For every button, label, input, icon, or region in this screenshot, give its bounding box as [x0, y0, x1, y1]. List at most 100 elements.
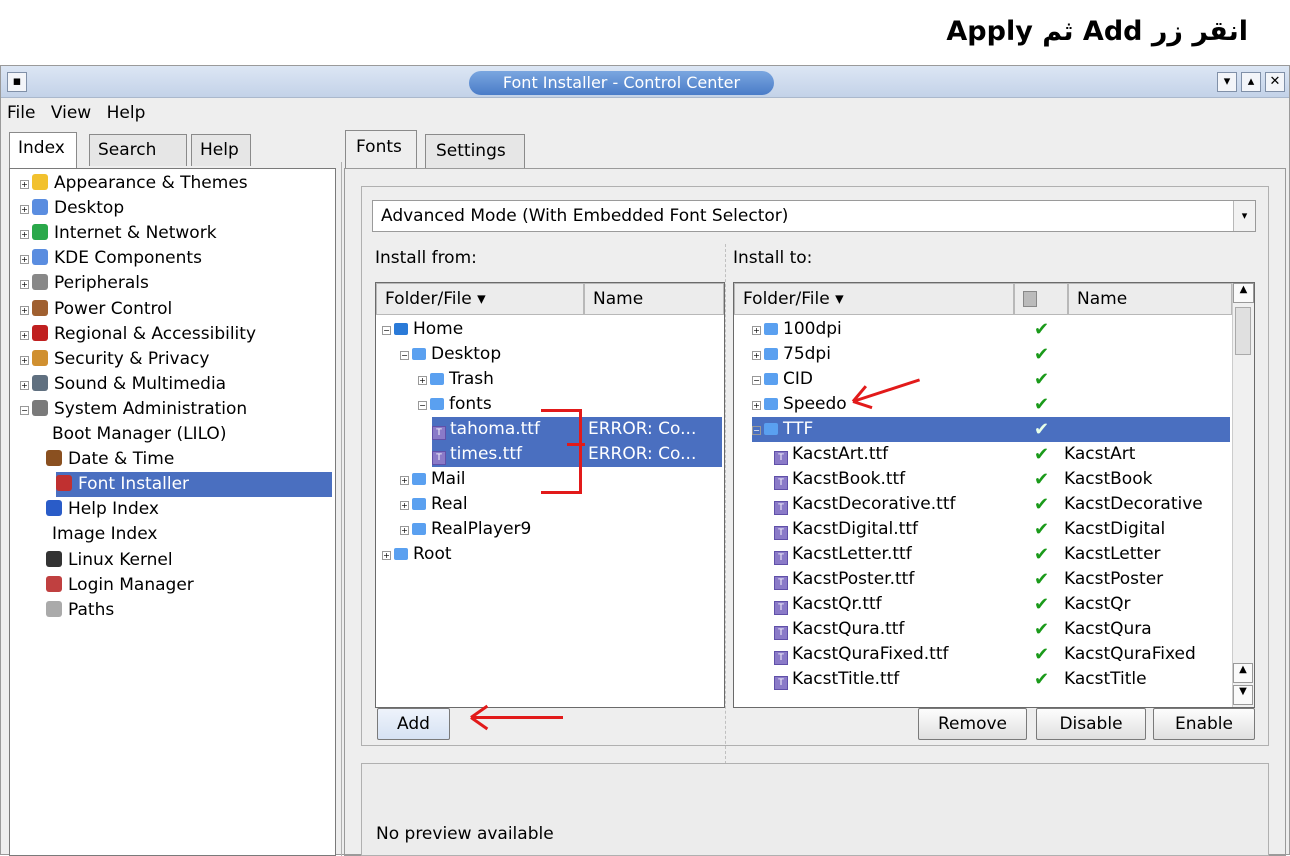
list-item[interactable]: + RealPlayer9: [400, 517, 531, 542]
expand-icon[interactable]: +: [20, 280, 29, 290]
expand-icon[interactable]: +: [752, 401, 761, 410]
disable-button[interactable]: Disable: [1036, 708, 1146, 740]
expand-icon[interactable]: +: [20, 205, 29, 215]
item-label: KacstArt.ttf: [792, 444, 889, 464]
menu-view[interactable]: View: [51, 103, 91, 123]
mode-select[interactable]: Advanced Mode (With Embedded Font Select…: [372, 200, 1256, 232]
list-item[interactable]: + Mail: [400, 467, 466, 492]
column-folder-file[interactable]: Folder/File ▾: [734, 283, 1014, 315]
remove-button[interactable]: Remove: [918, 708, 1027, 740]
expand-icon[interactable]: +: [20, 380, 29, 390]
list-item[interactable]: T KacstArt.ttf ✔ KacstArt: [774, 442, 1135, 467]
scrollbar-thumb[interactable]: [1235, 307, 1251, 355]
tree-item[interactable]: Image Index: [46, 522, 157, 547]
tree-item[interactable]: + Security & Privacy: [20, 347, 209, 372]
enable-button[interactable]: Enable: [1153, 708, 1255, 740]
expand-icon[interactable]: −: [20, 405, 29, 415]
tab-help[interactable]: Help: [191, 134, 251, 166]
list-item[interactable]: T KacstQura.ttf ✔ KacstQura: [774, 617, 1152, 642]
scroll-up-icon[interactable]: ▲: [1233, 283, 1254, 303]
tree-item[interactable]: + Regional & Accessibility: [20, 322, 256, 347]
expand-icon[interactable]: +: [400, 501, 409, 510]
list-item[interactable]: +75dpi ✔: [752, 342, 1049, 367]
column-folder-file[interactable]: Folder/File ▾: [376, 283, 584, 315]
minimize-icon[interactable]: ▾: [1217, 72, 1237, 92]
list-item[interactable]: T KacstTitle.ttf ✔ KacstTitle: [774, 667, 1147, 692]
expand-icon[interactable]: −: [752, 426, 761, 435]
install-to-list[interactable]: Folder/File ▾ Name ▲ ▲ ▼ +100dpi ✔ +75dpi ✔…: [733, 282, 1255, 708]
title-bar[interactable]: ▪ Font Installer - Control Center ▾ ▴ ✕: [1, 66, 1289, 98]
expand-icon[interactable]: −: [400, 351, 409, 360]
tree-item[interactable]: Font Installer: [56, 472, 332, 498]
expand-icon[interactable]: +: [20, 255, 29, 265]
list-item[interactable]: T KacstQuraFixed.ttf ✔ KacstQuraFixed: [774, 642, 1196, 667]
list-item[interactable]: − Home: [382, 317, 463, 342]
list-item[interactable]: − CID ✔: [752, 367, 1049, 392]
expand-icon[interactable]: +: [752, 351, 761, 360]
menu-help[interactable]: Help: [107, 103, 146, 123]
install-from-list[interactable]: Folder/File ▾ Name − Home − Desktop + Trash − f…: [375, 282, 725, 708]
tree-item[interactable]: − System Administration: [20, 397, 247, 422]
add-button[interactable]: Add: [377, 708, 450, 740]
tree-item[interactable]: + Peripherals: [20, 271, 149, 296]
expand-icon[interactable]: +: [752, 326, 761, 335]
list-item[interactable]: Ttahoma.ttf ERROR: Co...: [432, 417, 722, 442]
list-item[interactable]: T KacstBook.ttf ✔ KacstBook: [774, 467, 1152, 492]
list-item[interactable]: T KacstLetter.ttf ✔ KacstLetter: [774, 542, 1161, 567]
list-item[interactable]: + Trash: [418, 367, 494, 392]
menu-file[interactable]: File: [7, 103, 35, 123]
tree-item[interactable]: + Desktop: [20, 196, 124, 221]
tree-item[interactable]: + Power Control: [20, 297, 172, 322]
list-item[interactable]: − Desktop: [400, 342, 501, 367]
folder-icon: [764, 398, 778, 410]
tab-settings[interactable]: Settings: [425, 134, 525, 168]
list-item[interactable]: + Real: [400, 492, 468, 517]
tab-search[interactable]: Search: [89, 134, 187, 166]
expand-icon[interactable]: +: [20, 230, 29, 240]
tree-item[interactable]: Help Index: [46, 497, 159, 522]
font-file-icon: T: [774, 576, 788, 590]
expand-icon[interactable]: −: [752, 376, 761, 385]
list-item[interactable]: − fonts: [418, 392, 492, 417]
tree-item[interactable]: Date & Time: [46, 447, 174, 472]
scroll-down-icon[interactable]: ▼: [1233, 685, 1253, 705]
expand-icon[interactable]: −: [382, 326, 391, 335]
expand-icon[interactable]: +: [418, 376, 427, 385]
list-item[interactable]: T KacstDecorative.ttf ✔ KacstDecorative: [774, 492, 1203, 517]
tree-item[interactable]: + Appearance & Themes: [20, 171, 248, 196]
list-item[interactable]: +100dpi ✔: [752, 317, 1049, 342]
tree-item[interactable]: + Sound & Multimedia: [20, 372, 226, 397]
column-status[interactable]: [1014, 283, 1068, 315]
expand-icon[interactable]: +: [20, 305, 29, 315]
dropdown-arrow-icon[interactable]: ▾: [1233, 201, 1255, 231]
expand-icon[interactable]: +: [20, 180, 29, 189]
expand-icon[interactable]: +: [20, 355, 29, 365]
tree-item[interactable]: + Internet & Network: [20, 221, 217, 246]
scroll-up-icon[interactable]: ▲: [1233, 663, 1253, 683]
tree-item[interactable]: Login Manager: [46, 573, 194, 598]
tab-fonts[interactable]: Fonts: [345, 130, 417, 168]
list-item[interactable]: − TTF ✔: [752, 417, 1230, 442]
scrollbar[interactable]: ▲ ▲ ▼: [1232, 283, 1254, 707]
expand-icon[interactable]: +: [382, 551, 391, 560]
list-item[interactable]: + Root: [382, 542, 452, 567]
column-name[interactable]: Name: [1068, 283, 1232, 315]
tree-item[interactable]: Linux Kernel: [46, 548, 173, 573]
list-item[interactable]: T KacstPoster.ttf ✔ KacstPoster: [774, 567, 1163, 592]
window-menu-icon[interactable]: ▪: [7, 72, 27, 92]
close-icon[interactable]: ✕: [1265, 72, 1285, 92]
tree-item[interactable]: Boot Manager (LILO): [46, 422, 226, 447]
tree-item[interactable]: + KDE Components: [20, 246, 202, 271]
tab-index[interactable]: Index: [9, 132, 77, 168]
install-from-label: Install from:: [375, 248, 477, 268]
list-item[interactable]: + Speedo ✔: [752, 392, 1049, 417]
expand-icon[interactable]: +: [20, 330, 29, 340]
expand-icon[interactable]: −: [418, 401, 427, 410]
expand-icon[interactable]: +: [400, 526, 409, 535]
column-name[interactable]: Name: [584, 283, 724, 315]
list-item[interactable]: T KacstDigital.ttf ✔ KacstDigital: [774, 517, 1165, 542]
expand-icon[interactable]: +: [400, 476, 409, 485]
maximize-icon[interactable]: ▴: [1241, 72, 1261, 92]
tree-item[interactable]: Paths: [46, 598, 114, 623]
list-item[interactable]: T KacstQr.ttf ✔ KacstQr: [774, 592, 1131, 617]
